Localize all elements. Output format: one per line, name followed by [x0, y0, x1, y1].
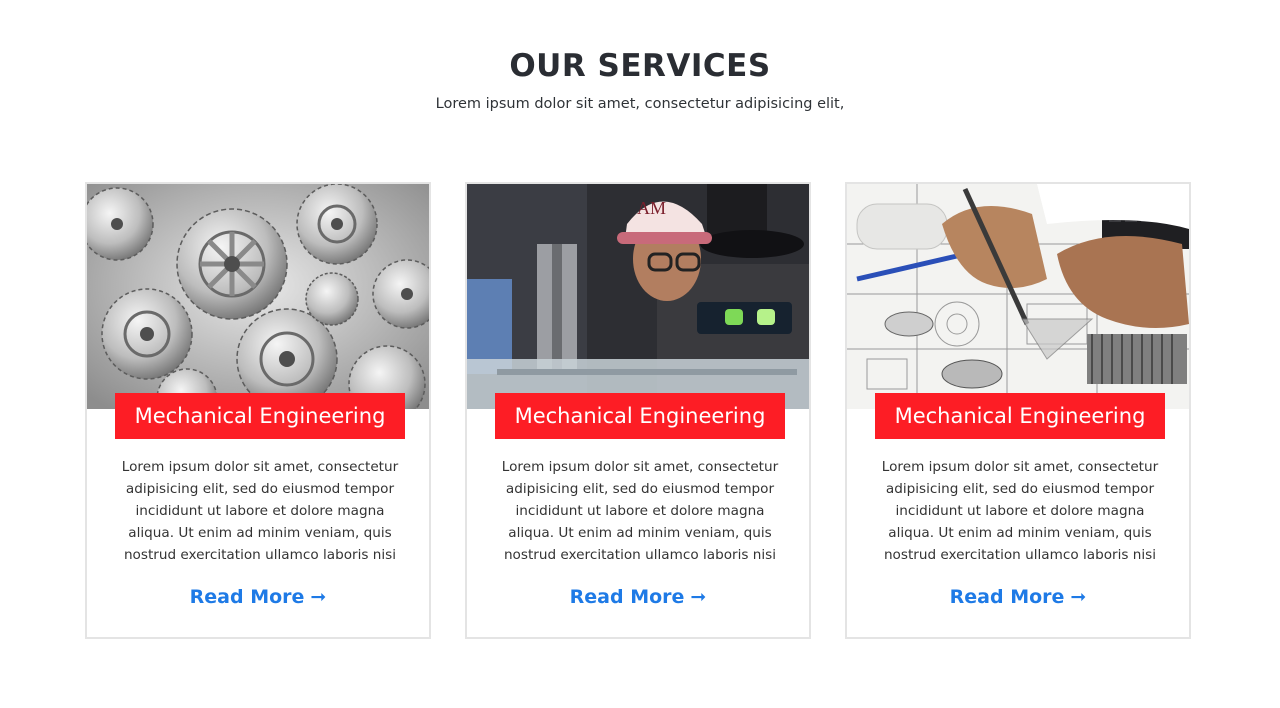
arrow-right-icon: ➞	[1070, 586, 1087, 608]
read-more-link[interactable]: Read More ➞	[847, 583, 1189, 611]
service-card: Mechanical Engineering Lorem ipsum dolor…	[85, 182, 431, 639]
service-card: AM Mechanical Engineering Lorem ipsum do…	[465, 182, 811, 639]
arrow-right-icon: ➞	[310, 586, 327, 608]
svg-text:AM: AM	[637, 198, 666, 218]
read-more-link[interactable]: Read More ➞	[87, 583, 429, 611]
services-section: OUR SERVICES Lorem ipsum dolor sit amet,…	[0, 0, 1280, 708]
engineer-image: AM	[467, 184, 809, 409]
service-card: Mechanical Engineering Lorem ipsum dolor…	[845, 182, 1191, 639]
section-title: OUR SERVICES	[509, 48, 771, 84]
service-title: Mechanical Engineering	[495, 393, 785, 439]
read-more-label: Read More	[949, 586, 1065, 608]
read-more-label: Read More	[569, 586, 685, 608]
technical-drawing-image	[847, 184, 1189, 409]
service-description: Lorem ipsum dolor sit amet, consectetur …	[881, 459, 1159, 563]
read-more-link[interactable]: Read More ➞	[467, 583, 809, 611]
arrow-right-icon: ➞	[690, 586, 707, 608]
section-subtitle: Lorem ipsum dolor sit amet, consectetur …	[435, 96, 845, 112]
service-title: Mechanical Engineering	[875, 393, 1165, 439]
service-description: Lorem ipsum dolor sit amet, consectetur …	[121, 459, 399, 563]
service-title: Mechanical Engineering	[115, 393, 405, 439]
gears-image	[87, 184, 429, 409]
service-description: Lorem ipsum dolor sit amet, consectetur …	[501, 459, 779, 563]
read-more-label: Read More	[189, 586, 305, 608]
